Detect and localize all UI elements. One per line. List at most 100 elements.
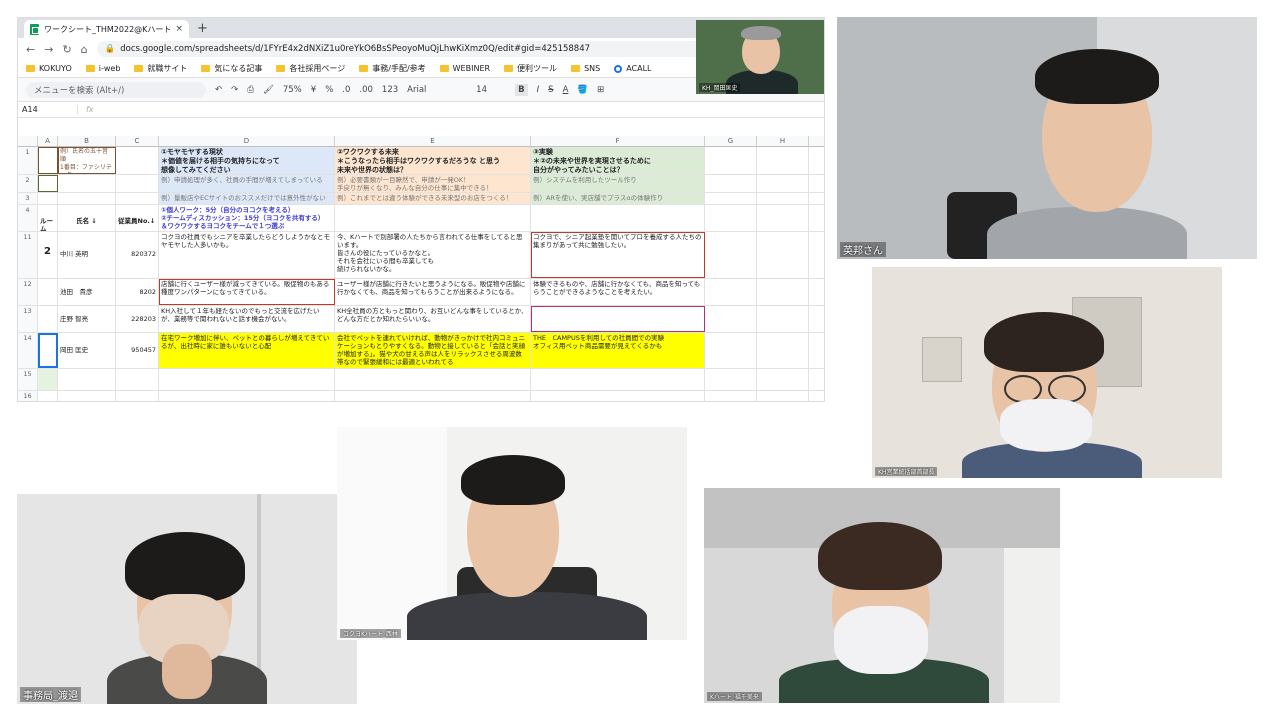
bookmark-acall[interactable]: ACALL [614, 64, 652, 73]
cell-employee-no[interactable]: 950457 [116, 333, 159, 368]
font-select[interactable]: Arial [407, 85, 467, 95]
video-tile-self[interactable]: KH_岡田匡史 [696, 20, 824, 94]
participant-name: 事務局_渡邉 [20, 687, 81, 702]
column-header-a[interactable]: A [38, 136, 58, 146]
participant-name: コクヨKハート_西林 [340, 629, 401, 638]
url-text: docs.google.com/spreadsheets/d/1FYrE4x2d… [120, 44, 591, 54]
close-icon[interactable]: × [175, 24, 183, 34]
print-icon[interactable]: ⎙ [247, 85, 254, 95]
cell-e14[interactable]: 会社でペットを連れていければ、動物がきっかけで社内コミュニケーションもとりやすく… [335, 333, 531, 368]
cell-a14-selected[interactable] [38, 333, 58, 368]
cell-employee-no[interactable]: 820372 [116, 232, 159, 278]
folder-icon [439, 65, 449, 72]
cell-name[interactable]: 庄野 智亮 [58, 306, 116, 332]
column-headers: A B C D E F G H [18, 136, 824, 147]
column-header-e[interactable]: E [335, 136, 531, 146]
cell-room[interactable]: 2 [38, 232, 58, 278]
cell-b1[interactable]: 例）氏名の五十音順 1番目：ファシリテーター 2番目：タイムキーパー係 [58, 147, 116, 174]
bookmark-recruit-pages[interactable]: 各社採用ページ [276, 63, 345, 74]
bookmark-sns[interactable]: SNS [571, 64, 600, 73]
redo-icon[interactable]: ↷ [231, 85, 238, 95]
undo-icon[interactable]: ↶ [215, 85, 222, 95]
cell-f14[interactable]: THE CAMPUSを利用しての社員間での実験 オフィス用ペット商品需要が見えて… [531, 333, 705, 368]
header-name[interactable]: 氏名 ↓ [58, 205, 116, 231]
cell-e11[interactable]: 今、Kハートで別部署の人たちから言われてる仕事をしてると思います。 皆さんの役に… [335, 232, 531, 278]
bookmark-kokuyo[interactable]: KOKUYO [26, 64, 72, 73]
cell-name[interactable]: 池田 貴彦 [58, 279, 116, 305]
name-box[interactable]: A14 [22, 105, 78, 114]
column-header-c[interactable]: C [116, 136, 159, 146]
fill-color-icon[interactable]: 🪣 [577, 85, 588, 95]
strikethrough-button[interactable]: S [548, 85, 553, 95]
participant-video [872, 267, 1222, 478]
cell-e13[interactable]: KH全社員の方ともっと関わり、お互いどんな事をしているとか、どんな方だとか知れた… [335, 306, 531, 332]
italic-button[interactable]: I [537, 85, 540, 95]
bold-button[interactable]: B [515, 83, 528, 96]
cell-d3[interactable]: 例）量販店やECサイトのおススメだけでは意外性がない [159, 193, 335, 204]
currency-button[interactable]: ¥ [311, 85, 316, 95]
header-room[interactable]: ルーム [38, 205, 58, 231]
video-tile-watanabe[interactable]: 事務局_渡邉 [17, 494, 357, 704]
browser-window: ワークシート_THM2022@Kハート・ハート × + ← → ↻ ⌂ 🔒 do… [17, 17, 825, 402]
column-header-g[interactable]: G [705, 136, 757, 146]
cell-f12[interactable]: 体験できるものや、店舗に行かなくても、商品を知ってもらうことができるようなことを… [531, 279, 705, 305]
folder-icon [201, 65, 211, 72]
cell-d13[interactable]: KH入社して１年も経たないのでもっと交流を広げたいが、業務等で関われないと話す機… [159, 306, 335, 332]
back-icon[interactable]: ← [26, 43, 35, 56]
cell-d14[interactable]: 在宅ワーク増加に伴い、ペットとの暮らしが増えてきているが、出社時に家に誰もいない… [159, 333, 335, 368]
cell-f3[interactable]: 例）ARを使い、実店舗でプラスαの体験作り [531, 193, 705, 204]
cell-d1[interactable]: ①モヤモヤする現状 ＊価値を届ける相手の気持ちになって 想像してみてください [159, 147, 335, 174]
bookmark-articles[interactable]: 気になる記事 [201, 63, 262, 74]
column-header-d[interactable]: D [159, 136, 335, 146]
cell-name[interactable]: 中川 英明 [58, 232, 116, 278]
column-header-f[interactable]: F [531, 136, 705, 146]
bookmark-webiner[interactable]: WEBINER [439, 64, 490, 73]
cell-d2[interactable]: 例）申請処理が多く、社員の手間が増えてしまっている [159, 175, 335, 192]
font-size-select[interactable]: 14 [476, 85, 506, 95]
bookmark-job-sites[interactable]: 就職サイト [134, 63, 187, 74]
paint-format-icon[interactable]: 🖌 [263, 85, 274, 95]
bookmark-office[interactable]: 事務/手配/参考 [359, 63, 426, 74]
cell-e2[interactable]: 例）必要書類が一目瞭然で、申請が一発OK！ 手戻りが無くなり、みんな自分の仕事に… [335, 175, 531, 192]
zoom-select[interactable]: 75% [283, 85, 302, 95]
cell-d4[interactable]: ①個人ワーク：5分（自分のヨコクを考える） ②チームディスカッション：15分（ヨ… [159, 205, 335, 231]
video-tile-fukuchi[interactable]: Kハート_福千美来 [704, 488, 1060, 703]
cell-d11[interactable]: コクヨの社員でもシニアを卒業したらどうしようかなとモヤモヤした人多いかも。 [159, 232, 335, 278]
column-header-b[interactable]: B [58, 136, 116, 146]
participant-video [837, 17, 1257, 259]
menu-search-input[interactable]: メニューを検索 (Alt+/) [26, 81, 206, 98]
cell-employee-no[interactable]: 228203 [116, 306, 159, 332]
cell-e3[interactable]: 例）これまでとは違う体験ができる未来型のお店をつくる！ [335, 193, 531, 204]
cell-employee-no[interactable]: 8202 [116, 279, 159, 305]
column-header-h[interactable]: H [757, 136, 809, 146]
decrease-decimal-button[interactable]: .0 [342, 85, 350, 95]
folder-icon [26, 65, 35, 72]
cell-f11[interactable]: コクヨで、シニア起業塾を開いてプロを養成する人たちの 集まりがあって共に勉強した… [531, 232, 705, 278]
increase-decimal-button[interactable]: .00 [359, 85, 373, 95]
cell-f2[interactable]: 例）システムを利用したツール作り [531, 175, 705, 192]
video-tile-hidekuni[interactable]: 英邦さん [837, 17, 1257, 259]
text-color-button[interactable]: A [563, 85, 569, 95]
new-tab-button[interactable]: + [189, 21, 216, 38]
header-employee-no[interactable]: 従業員No.↓ [116, 205, 159, 231]
participant-name: Kハート_福千美来 [707, 692, 762, 701]
cell-f1[interactable]: ③実験 ＊②の未来や世界を実現させるために 自分がやってみたいことは？ [531, 147, 705, 174]
cell-e1[interactable]: ②ワクワクする未来 ＊こうなったら相手はワクワクするだろうな と思う 未来や世界… [335, 147, 531, 174]
cell-name[interactable]: 岡田 匡史 [58, 333, 116, 368]
table-row: 4 ルーム 氏名 ↓ 従業員No.↓ ①個人ワーク：5分（自分のヨコクを考える）… [18, 205, 824, 232]
video-tile-sales-manager[interactable]: KH営業統括部首部長 [872, 267, 1222, 478]
video-tile-nishibayashi[interactable]: コクヨKハート_西林 [337, 427, 687, 640]
reload-icon[interactable]: ↻ [62, 43, 71, 56]
cell-d12[interactable]: 店舗に行くユーザー様が減ってきている。販促物のもある種度ワンパターンになってきて… [159, 279, 335, 305]
cell-f13[interactable] [531, 306, 705, 332]
sheet-grid[interactable]: A B C D E F G H 1 例）氏名の五十音順 1番目：ファシリテーター… [18, 136, 824, 401]
forward-icon[interactable]: → [44, 43, 53, 56]
home-icon[interactable]: ⌂ [81, 43, 88, 56]
tab-worksheet[interactable]: ワークシート_THM2022@Kハート・ハート × [24, 20, 189, 38]
percent-button[interactable]: % [325, 85, 333, 95]
bookmark-tools[interactable]: 便利ツール [504, 63, 557, 74]
cell-e12[interactable]: ユーザー様が店舗に行きたいと思うようになる。販促物や店舗に行かなくても、商品を知… [335, 279, 531, 305]
bookmark-iweb[interactable]: i-web [85, 64, 120, 73]
borders-icon[interactable]: ⊞ [597, 85, 604, 95]
format-select[interactable]: 123 [382, 85, 398, 95]
